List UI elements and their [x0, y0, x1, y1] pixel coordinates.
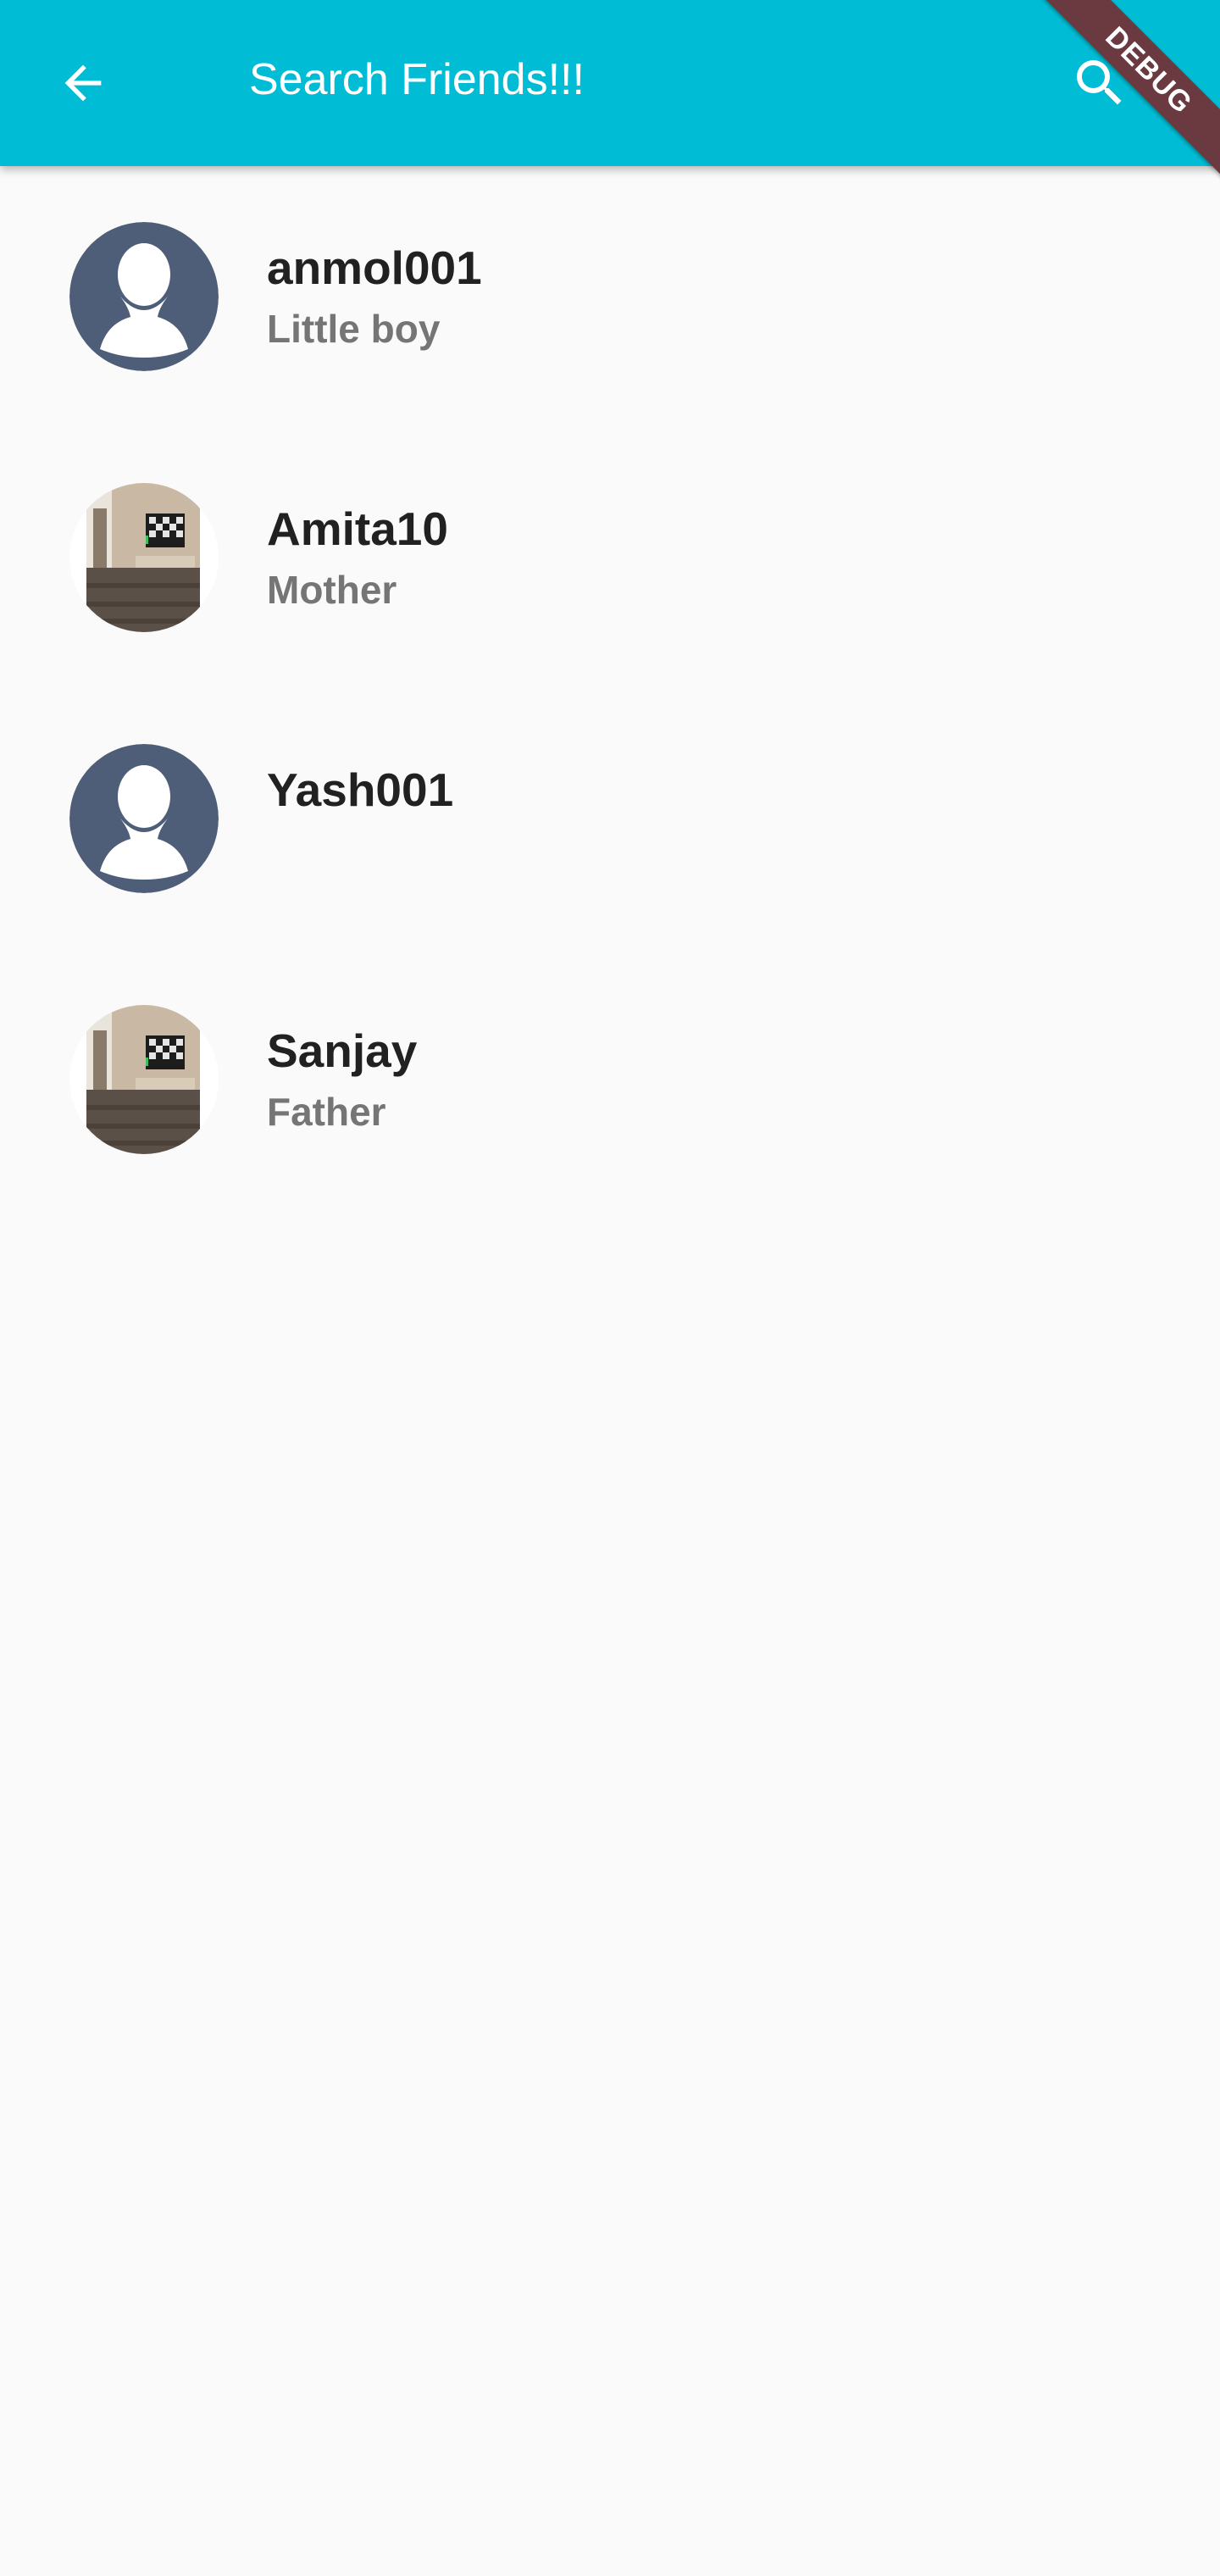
search-button[interactable]	[1059, 42, 1140, 124]
avatar	[69, 744, 219, 893]
list-item[interactable]: Amita10 Mother	[0, 427, 1220, 688]
default-person-avatar-icon	[69, 744, 219, 893]
friend-name: Yash001	[267, 763, 454, 816]
room-photo-avatar-icon	[69, 1005, 219, 1154]
room-photo-avatar-icon	[69, 483, 219, 632]
list-item[interactable]: Yash001	[0, 688, 1220, 949]
default-person-avatar-icon	[69, 222, 219, 371]
list-item[interactable]: anmol001 Little boy	[0, 166, 1220, 427]
friends-list: anmol001 Little boy Amita10 Mother Yash0…	[0, 166, 1220, 1210]
friend-relation: Father	[267, 1090, 386, 1134]
list-item[interactable]: Sanjay Father	[0, 949, 1220, 1210]
arrow-back-icon	[64, 64, 102, 102]
friend-name: anmol001	[267, 242, 482, 294]
back-button[interactable]	[42, 42, 124, 124]
app-bar: Search Friends!!!	[0, 0, 1220, 166]
friend-relation: Little boy	[267, 307, 441, 351]
avatar	[69, 1005, 219, 1154]
friend-relation: Mother	[267, 568, 397, 612]
friend-name: Sanjay	[267, 1024, 418, 1077]
avatar	[69, 222, 219, 371]
friend-name: Amita10	[267, 502, 448, 555]
avatar	[69, 483, 219, 632]
page-title: Search Friends!!!	[249, 55, 585, 104]
search-icon	[1077, 60, 1122, 105]
